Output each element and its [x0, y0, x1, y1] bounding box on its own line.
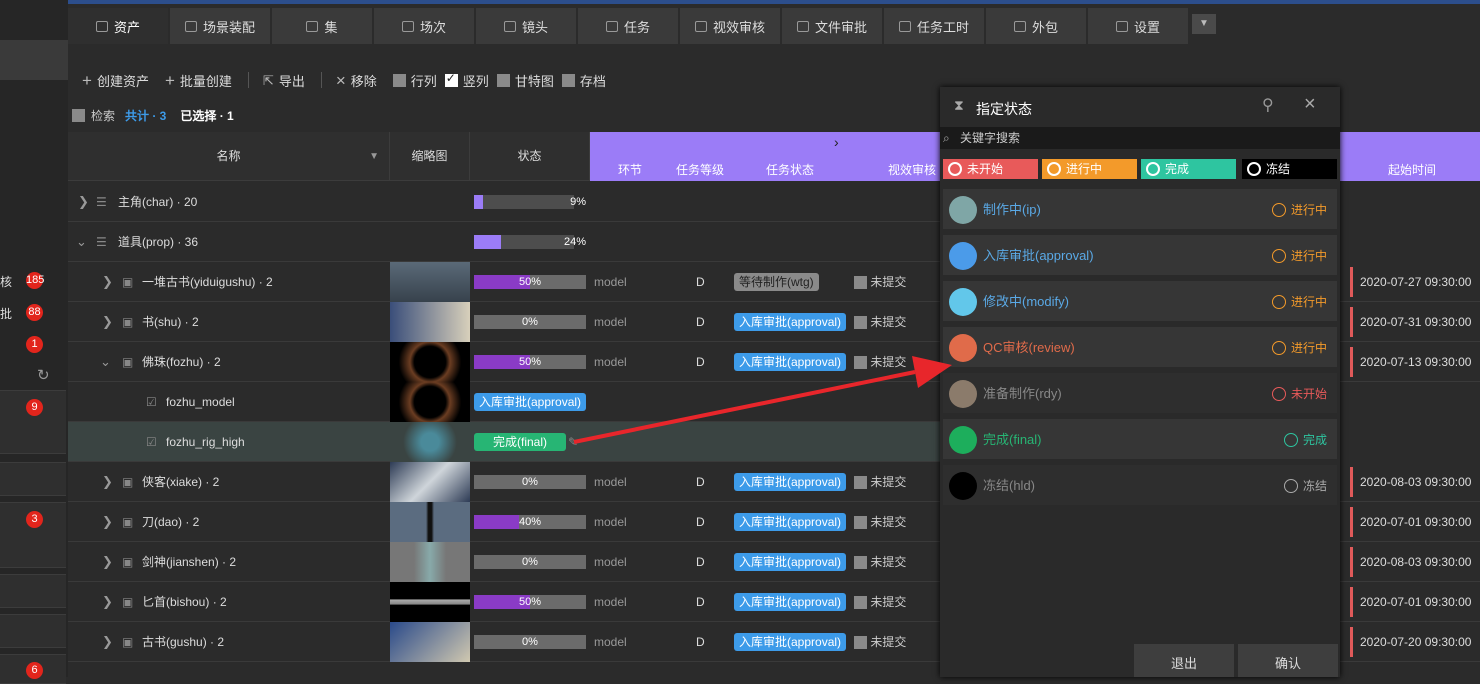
annotation-arrow	[573, 356, 952, 444]
